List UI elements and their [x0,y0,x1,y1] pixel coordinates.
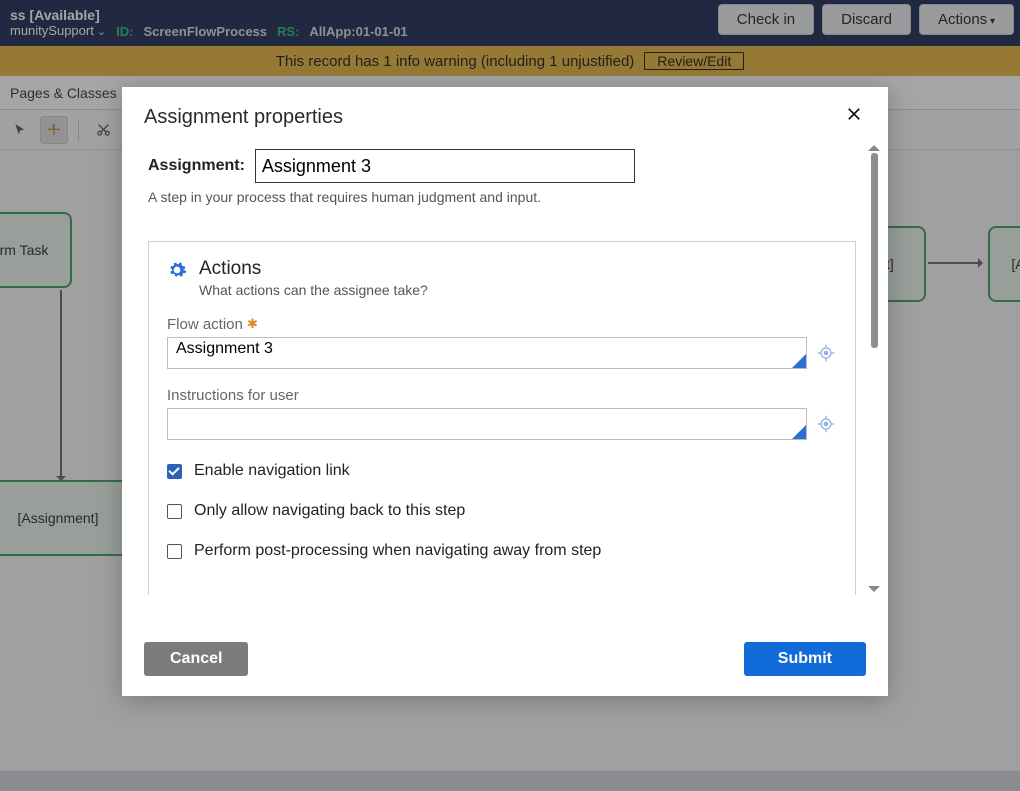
assignment-helper-text: A step in your process that requires hum… [148,189,856,205]
assignment-label: Assignment: [148,157,245,175]
assignment-name-input[interactable] [255,149,635,183]
required-star-icon: ✱ [247,316,258,331]
post-processing-checkbox[interactable]: Perform post-processing when navigating … [167,542,837,560]
modal-title: Assignment properties [144,106,343,129]
scroll-down-icon[interactable] [868,586,880,598]
instructions-input[interactable] [167,408,807,440]
checkbox-icon [167,464,182,479]
close-icon[interactable] [842,105,866,129]
actions-panel-subtitle: What actions can the assignee take? [199,282,428,298]
checkbox-icon [167,504,182,519]
modal-scrollbar[interactable] [866,139,882,598]
assignment-properties-modal: Assignment properties Assignment: A step… [122,87,888,696]
gear-icon [167,260,187,285]
enable-navigation-checkbox[interactable]: Enable navigation link [167,462,837,480]
flow-action-input[interactable]: Assignment 3 [167,337,807,369]
cancel-button[interactable]: Cancel [144,642,248,676]
crosshair-icon[interactable] [815,413,837,435]
checkbox-icon [167,544,182,559]
actions-panel-title: Actions [199,258,428,280]
actions-panel: Actions What actions can the assignee ta… [148,241,856,595]
only-allow-back-checkbox[interactable]: Only allow navigating back to this step [167,502,837,520]
scroll-up-icon[interactable] [868,139,880,151]
flow-action-label: Flow action ✱ [167,316,837,333]
submit-button[interactable]: Submit [744,642,866,676]
instructions-label: Instructions for user [167,387,837,404]
crosshair-icon[interactable] [815,342,837,364]
scroll-thumb[interactable] [871,153,878,348]
